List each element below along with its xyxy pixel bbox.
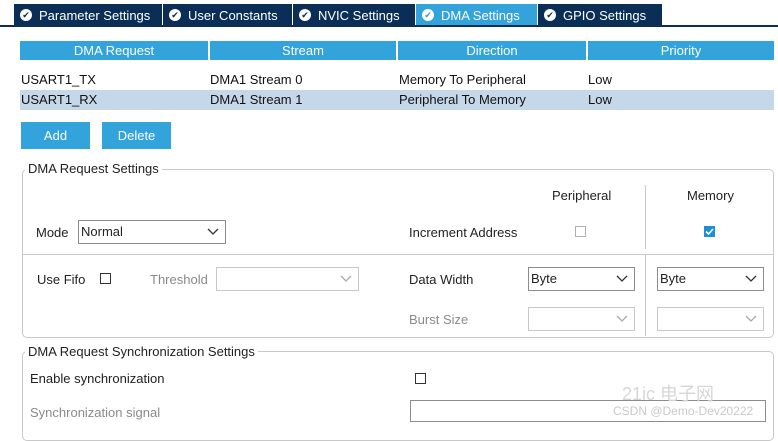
row-separator bbox=[22, 254, 774, 255]
increment-peripheral-checkbox[interactable] bbox=[575, 226, 586, 237]
cell-stream: DMA1 Stream 0 bbox=[210, 72, 303, 87]
add-button[interactable]: Add bbox=[21, 122, 90, 149]
cell-direction: Memory To Peripheral bbox=[399, 72, 526, 87]
watermark-text: CSDN @Demo-Dev20222 bbox=[613, 404, 754, 418]
sync-signal-label: Synchronization signal bbox=[30, 405, 161, 420]
check-circle-icon: ✔ bbox=[299, 9, 311, 21]
threshold-label: Threshold bbox=[150, 272, 208, 287]
tab-label: DMA Settings bbox=[441, 7, 520, 23]
chevron-down-icon bbox=[616, 315, 628, 322]
mode-select-value: Normal bbox=[81, 224, 123, 239]
chevron-down-icon bbox=[745, 315, 757, 322]
enable-sync-checkbox[interactable] bbox=[415, 373, 426, 384]
table-row-selected[interactable]: USART1_RX DMA1 Stream 1 Peripheral To Me… bbox=[20, 90, 774, 110]
increment-address-label: Increment Address bbox=[409, 225, 518, 240]
enable-sync-label: Enable synchronization bbox=[30, 371, 165, 386]
tab-bar: ✔ Parameter Settings ✔ User Constants ✔ … bbox=[0, 0, 778, 27]
chevron-down-icon bbox=[340, 275, 352, 282]
use-fifo-label: Use Fifo bbox=[37, 272, 86, 287]
data-width-memory-value: Byte bbox=[660, 271, 687, 286]
memory-column-label: Memory bbox=[687, 188, 734, 203]
checkmark-icon bbox=[705, 228, 714, 236]
dma-request-settings-title: DMA Request Settings bbox=[25, 161, 162, 176]
check-circle-icon: ✔ bbox=[169, 9, 181, 21]
check-circle-icon: ✔ bbox=[544, 9, 556, 21]
column-divider bbox=[645, 254, 646, 336]
data-width-peripheral-select[interactable]: Byte bbox=[528, 267, 635, 291]
dma-sync-settings-title: DMA Request Synchronization Settings bbox=[25, 344, 258, 359]
tab-label: NVIC Settings bbox=[318, 7, 400, 23]
data-width-peripheral-value: Byte bbox=[531, 271, 558, 286]
increment-memory-checkbox[interactable] bbox=[704, 226, 715, 237]
data-width-label: Data Width bbox=[409, 272, 474, 287]
column-header-dma-request[interactable]: DMA Request bbox=[20, 41, 208, 60]
column-header-stream[interactable]: Stream bbox=[210, 41, 396, 60]
watermark-logo: 21ic 电子网 bbox=[622, 384, 715, 404]
check-circle-icon: ✔ bbox=[20, 9, 32, 21]
data-width-memory-select[interactable]: Byte bbox=[657, 267, 764, 291]
peripheral-column-label: Peripheral bbox=[552, 188, 612, 203]
cell-request: USART1_RX bbox=[21, 92, 98, 107]
delete-button[interactable]: Delete bbox=[102, 122, 171, 149]
tab-parameter-settings[interactable]: ✔ Parameter Settings bbox=[14, 4, 163, 26]
mode-label: Mode bbox=[36, 225, 69, 240]
column-header-direction[interactable]: Direction bbox=[398, 41, 586, 60]
use-fifo-checkbox[interactable] bbox=[100, 273, 111, 284]
tab-dma-settings[interactable]: ✔ DMA Settings bbox=[416, 4, 538, 26]
cell-priority: Low bbox=[588, 72, 612, 87]
tab-label: Parameter Settings bbox=[39, 7, 151, 23]
cell-stream: DMA1 Stream 1 bbox=[210, 92, 303, 107]
column-header-priority[interactable]: Priority bbox=[588, 41, 774, 60]
cell-priority: Low bbox=[588, 92, 612, 107]
burst-size-peripheral-select[interactable] bbox=[528, 307, 635, 331]
burst-size-memory-select[interactable] bbox=[657, 307, 764, 331]
check-circle-icon: ✔ bbox=[422, 9, 434, 21]
tab-nvic-settings[interactable]: ✔ NVIC Settings bbox=[293, 4, 416, 26]
chevron-down-icon bbox=[745, 275, 757, 282]
burst-size-label: Burst Size bbox=[409, 312, 469, 327]
cell-request: USART1_TX bbox=[21, 72, 96, 87]
tab-user-constants[interactable]: ✔ User Constants bbox=[163, 4, 293, 26]
tab-label: User Constants bbox=[188, 7, 278, 23]
column-divider bbox=[645, 185, 646, 249]
table-row[interactable]: USART1_TX DMA1 Stream 0 Memory To Periph… bbox=[20, 70, 774, 90]
chevron-down-icon bbox=[616, 275, 628, 282]
tab-underline bbox=[0, 25, 778, 27]
cell-direction: Peripheral To Memory bbox=[399, 92, 526, 107]
tab-label: GPIO Settings bbox=[563, 7, 647, 23]
mode-select[interactable]: Normal bbox=[78, 220, 226, 244]
chevron-down-icon bbox=[207, 228, 219, 235]
threshold-select[interactable] bbox=[216, 267, 359, 291]
tab-gpio-settings[interactable]: ✔ GPIO Settings bbox=[538, 4, 663, 26]
